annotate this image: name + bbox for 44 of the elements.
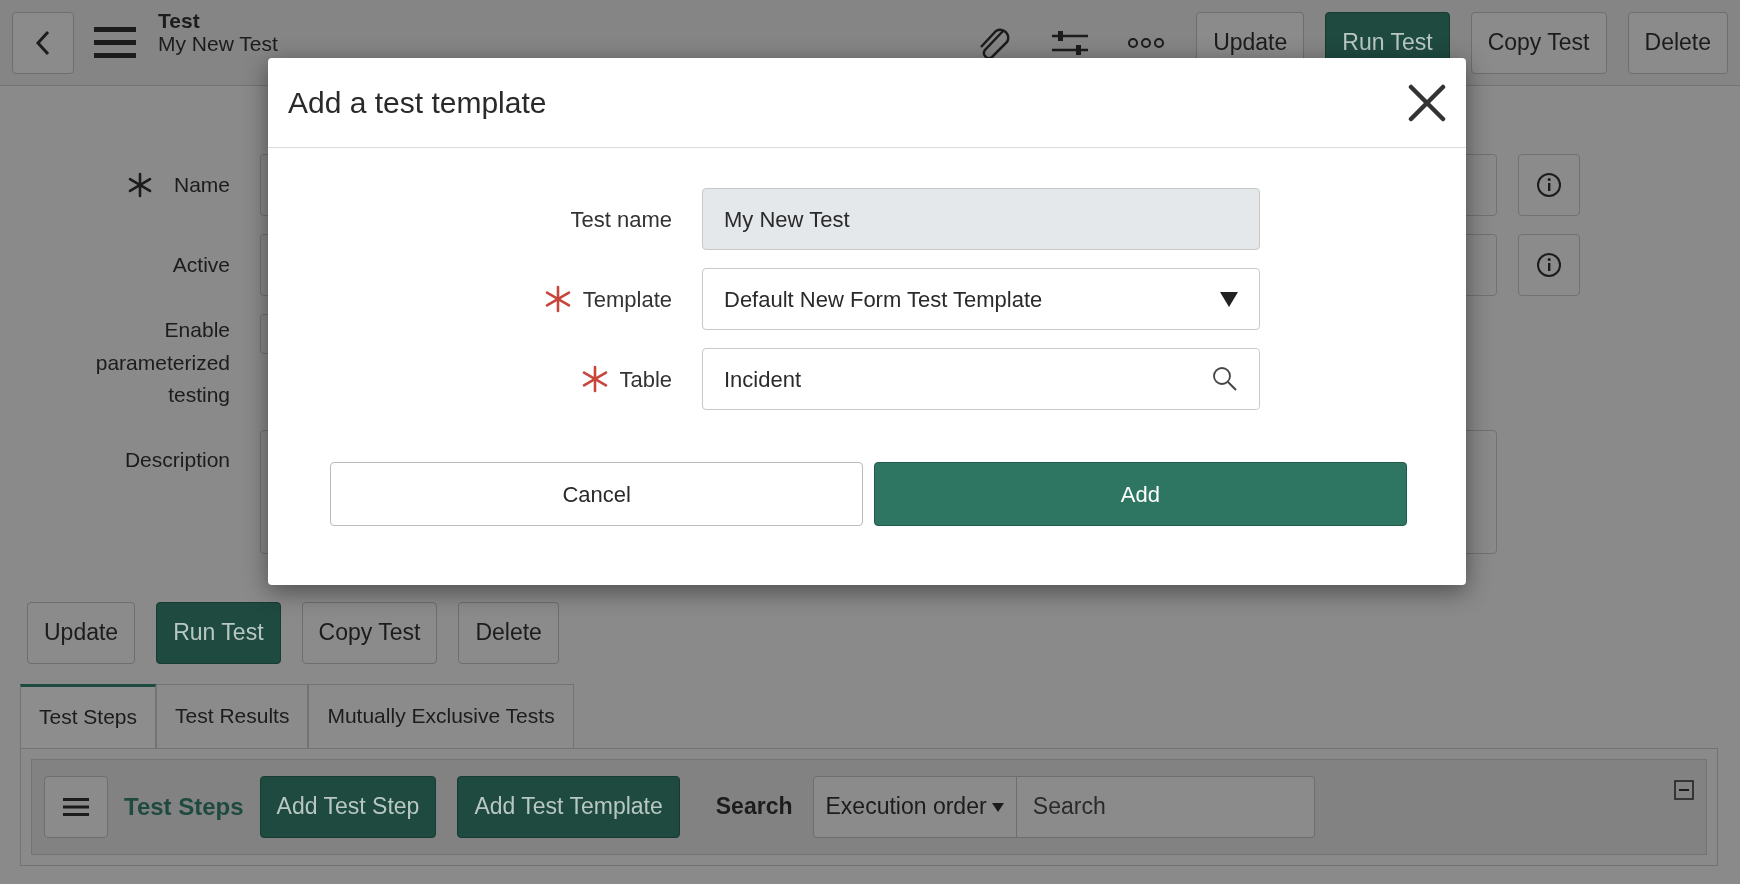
- field-label: Enable parameterized testing: [94, 317, 230, 409]
- close-button[interactable]: [1408, 83, 1446, 122]
- info-icon: [1536, 172, 1562, 198]
- header-button[interactable]: Delete: [1627, 11, 1728, 74]
- template-select[interactable]: Default New Form Test Template: [702, 268, 1260, 330]
- table-reference-field[interactable]: Incident: [702, 348, 1260, 410]
- search-field[interactable]: Search: [1016, 775, 1315, 838]
- field-label: Active: [172, 251, 230, 278]
- more-options-icon[interactable]: [1127, 36, 1166, 49]
- chevron-left-icon: [35, 29, 51, 56]
- record-type-title: Test: [158, 9, 201, 33]
- toolbar-button[interactable]: Add Test Step: [259, 775, 437, 838]
- sort-dropdown[interactable]: Execution order: [812, 775, 1017, 838]
- tab[interactable]: Test Steps: [20, 683, 157, 748]
- collapse-icon[interactable]: [1674, 779, 1694, 800]
- modal-title: Add a test template: [288, 85, 547, 121]
- modal-button[interactable]: Add: [873, 462, 1407, 526]
- caret-icon: [991, 801, 1004, 812]
- info-button[interactable]: [1518, 154, 1580, 216]
- toolbar-button[interactable]: Add Test Template: [457, 775, 680, 838]
- field-label: Test name: [570, 205, 672, 234]
- search-label: Search: [715, 792, 793, 822]
- tab[interactable]: Test Results: [156, 683, 309, 748]
- tab[interactable]: Mutually Exclusive Tests: [308, 683, 574, 748]
- field-label: Description: [124, 447, 230, 474]
- caret-icon: [1220, 291, 1238, 307]
- info-button[interactable]: [1518, 234, 1580, 296]
- form-button[interactable]: Delete: [458, 601, 559, 664]
- form-button[interactable]: Run Test: [156, 601, 281, 664]
- form-button[interactable]: Copy Test: [301, 601, 438, 664]
- form-button[interactable]: Update: [27, 601, 136, 664]
- list-menu-button[interactable]: [44, 775, 108, 838]
- search-icon: [1212, 366, 1238, 392]
- back-button[interactable]: [12, 11, 74, 74]
- header-button[interactable]: Copy Test: [1470, 11, 1607, 74]
- field-label: Table: [619, 365, 672, 394]
- list-title: Test Steps: [124, 791, 244, 822]
- field-label: Name: [173, 171, 230, 198]
- record-name-subtitle: My New Test: [158, 32, 278, 56]
- menu-icon[interactable]: [94, 26, 136, 59]
- info-icon: [1536, 252, 1562, 278]
- modal-button[interactable]: Cancel: [330, 462, 864, 526]
- field-label: Template: [582, 285, 672, 314]
- menu-icon: [63, 796, 89, 817]
